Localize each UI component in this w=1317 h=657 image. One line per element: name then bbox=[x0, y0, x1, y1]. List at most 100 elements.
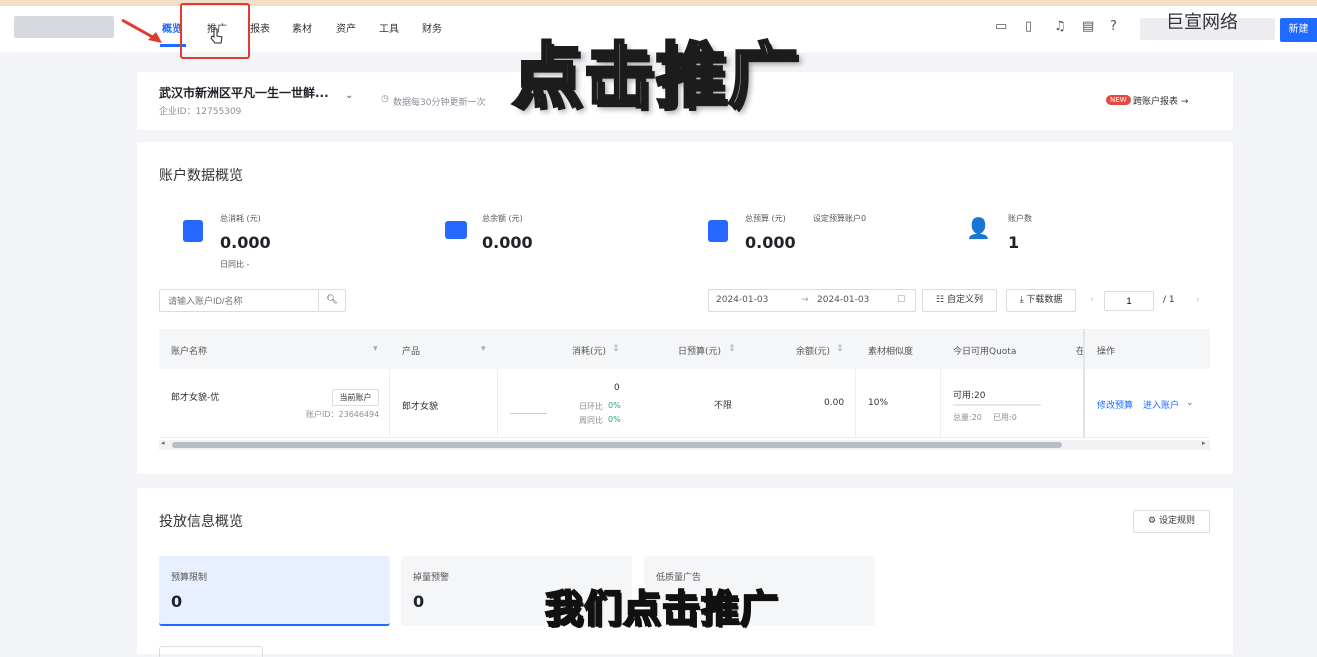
day-ratio-label: 日环比 bbox=[579, 402, 603, 411]
update-note: 数据每30分钟更新一次 bbox=[393, 98, 486, 108]
download-button[interactable]: ⤓ 下载数据 bbox=[1006, 289, 1076, 312]
page-input[interactable] bbox=[1104, 291, 1154, 311]
edit-budget-link[interactable]: 修改预算 bbox=[1097, 398, 1133, 411]
account-name: 武汉市新洲区平凡一生一世鲜... bbox=[159, 86, 329, 100]
set-rule-button[interactable]: ⚙ 设定规则 bbox=[1133, 510, 1210, 533]
column-divider bbox=[389, 369, 390, 437]
account-name-cell[interactable]: 郎才女貌-优 bbox=[171, 390, 219, 403]
stat-balance-label: 总余额 (元) bbox=[482, 214, 523, 223]
search-button[interactable]: 🔍︎ bbox=[318, 289, 346, 312]
user-icon: 👤 bbox=[966, 216, 991, 240]
page-total: / 1 bbox=[1163, 295, 1175, 305]
stat-budget-extra: 设定预算账户0 bbox=[813, 214, 867, 223]
calendar-icon: ▢ bbox=[897, 294, 906, 304]
blurred-logo bbox=[14, 16, 114, 38]
account-search-input[interactable] bbox=[159, 289, 319, 312]
enter-account-link[interactable]: 进入账户 bbox=[1143, 398, 1179, 411]
fixed-column-shadow bbox=[1083, 329, 1085, 437]
stat-budget-value: 0.000 bbox=[745, 233, 796, 252]
tablet-icon[interactable]: ▭ bbox=[995, 19, 1007, 34]
column-divider bbox=[497, 369, 498, 437]
sort-icon[interactable]: ⇕ bbox=[836, 344, 844, 354]
week-ratio-label: 周同比 bbox=[579, 416, 603, 425]
scroll-right-icon[interactable]: ▸ bbox=[1202, 439, 1206, 447]
search-icon: 🔍︎ bbox=[326, 295, 338, 305]
sort-icon[interactable]: ⇕ bbox=[612, 344, 620, 354]
columns-icon: ☷ bbox=[936, 295, 947, 305]
date-end: 2024-01-03 bbox=[817, 295, 870, 305]
budget-limit-label: 预算限制 bbox=[171, 573, 208, 583]
settings-icon: ⚙ bbox=[1148, 516, 1159, 526]
column-divider bbox=[940, 369, 941, 437]
horizontal-scrollbar-thumb[interactable] bbox=[172, 442, 1062, 448]
quota-used: 已用:0 bbox=[993, 413, 1017, 422]
spend-icon bbox=[183, 220, 203, 242]
custom-columns-button[interactable]: ☷ 自定义列 bbox=[922, 289, 997, 312]
similarity-cell: 10% bbox=[868, 398, 889, 408]
tab-fragment[interactable] bbox=[159, 646, 263, 657]
filter-icon[interactable]: ▾ bbox=[481, 344, 486, 354]
stat-budget-label: 总预算 (元) bbox=[745, 214, 786, 223]
bell-icon[interactable]: ♫ bbox=[1054, 19, 1066, 34]
prev-page-icon[interactable]: ‹ bbox=[1090, 295, 1094, 305]
budget-icon bbox=[708, 220, 728, 242]
wallet-icon bbox=[445, 221, 467, 239]
stat-spend-sub: 日同比 - bbox=[220, 260, 250, 269]
volume-drop-label: 掉量预警 bbox=[413, 573, 450, 583]
th-balance: 余额(元) bbox=[796, 347, 831, 357]
quota-available: 可用:20 bbox=[953, 391, 986, 401]
enterprise-id: 企业ID：12755309 bbox=[159, 107, 242, 117]
nav-assets[interactable]: 资产 bbox=[336, 20, 356, 35]
overlay-headline: 点击推广 bbox=[511, 34, 800, 119]
cross-account-report-link[interactable]: 跨账户报表 → bbox=[1133, 94, 1188, 107]
hand-cursor-icon bbox=[210, 28, 223, 44]
filter-icon[interactable]: ▾ bbox=[373, 344, 378, 354]
week-ratio-value: 0% bbox=[608, 415, 621, 424]
chevron-down-icon[interactable]: ⌄ bbox=[1186, 398, 1194, 408]
sort-icon[interactable]: ⇕ bbox=[728, 344, 736, 354]
th-spend: 消耗(元) bbox=[572, 347, 607, 357]
nav-materials[interactable]: 素材 bbox=[292, 20, 312, 35]
th-similarity: 素材相似度 bbox=[868, 347, 914, 357]
column-divider bbox=[855, 369, 856, 437]
nav-tools[interactable]: 工具 bbox=[379, 20, 399, 35]
stat-accounts-value: 1 bbox=[1008, 233, 1020, 252]
help-icon[interactable]: ? bbox=[1110, 19, 1117, 34]
date-start: 2024-01-03 bbox=[716, 295, 769, 305]
new-button[interactable]: 新建 bbox=[1280, 18, 1317, 42]
set-rule-label: 设定规则 bbox=[1158, 516, 1195, 526]
product-cell: 郎才女貌 bbox=[402, 402, 439, 412]
stat-accounts-label: 账户数 bbox=[1008, 214, 1032, 223]
volume-drop-value: 0 bbox=[413, 592, 425, 611]
budget-limit-card[interactable] bbox=[159, 556, 390, 626]
current-account-tag: 当前账户 bbox=[332, 389, 379, 406]
next-page-icon[interactable]: › bbox=[1196, 295, 1200, 305]
nav-reports[interactable]: 报表 bbox=[250, 20, 270, 35]
overlay-subtitle: 我们点击推广 bbox=[544, 586, 780, 632]
budget-limit-value: 0 bbox=[171, 592, 183, 611]
th-actions: 操作 bbox=[1097, 347, 1116, 357]
red-arrow-annotation bbox=[121, 18, 162, 43]
delivery-title: 投放信息概览 bbox=[159, 514, 243, 530]
nav-overview[interactable]: 概览 bbox=[162, 20, 182, 35]
account-dropdown-icon[interactable]: ⌄ bbox=[345, 90, 353, 101]
stat-balance-value: 0.000 bbox=[482, 233, 533, 252]
th-daily-budget: 日预算(元) bbox=[678, 347, 722, 357]
table-row bbox=[159, 369, 1210, 438]
spend-sparkline bbox=[510, 413, 547, 414]
overview-title: 账户数据概览 bbox=[159, 168, 243, 184]
th-account-name: 账户名称 bbox=[171, 347, 208, 357]
message-icon[interactable]: ▤ bbox=[1082, 19, 1094, 34]
download-label: 下载数据 bbox=[1026, 295, 1063, 305]
mobile-icon[interactable]: ▯ bbox=[1025, 19, 1032, 34]
th-quota: 今日可用Quota bbox=[953, 347, 1017, 357]
custom-columns-label: 自定义列 bbox=[946, 295, 983, 305]
budget-cell: 不限 bbox=[714, 401, 733, 411]
nav-finance[interactable]: 财务 bbox=[422, 20, 442, 35]
clock-icon: ◷ bbox=[381, 94, 389, 104]
day-ratio-value: 0% bbox=[608, 401, 621, 410]
account-id: 账户ID：23646494 bbox=[306, 410, 380, 419]
stat-spend-label: 总消耗 (元) bbox=[220, 214, 261, 223]
scroll-left-icon[interactable]: ◂ bbox=[161, 439, 165, 447]
balance-cell: 0.00 bbox=[824, 398, 845, 408]
